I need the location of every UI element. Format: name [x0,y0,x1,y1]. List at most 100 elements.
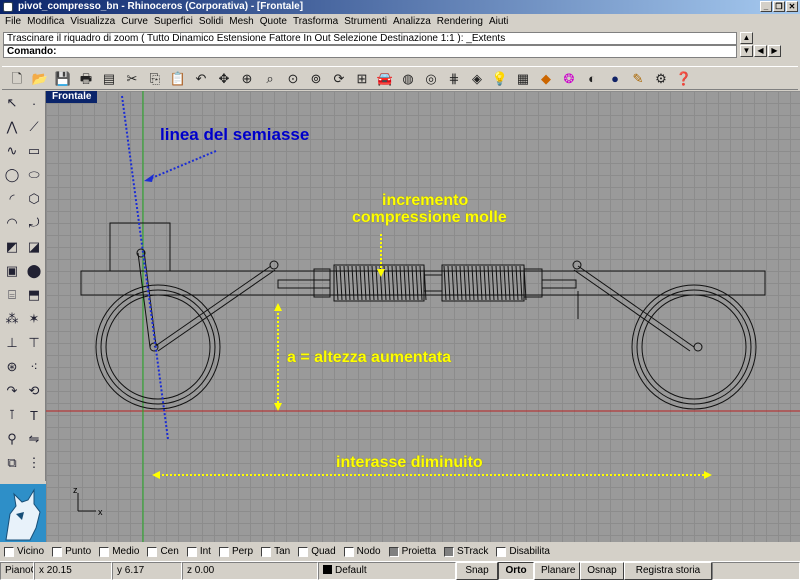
planare-toggle[interactable]: Planare [534,562,580,580]
mesh-icon[interactable]: ⁂ [2,309,22,329]
osnap-checkbox[interactable] [147,546,158,557]
menu-trasforma[interactable]: Trasforma [290,14,341,30]
copy-icon[interactable]: ⎘ [144,68,166,89]
menu-file[interactable]: File [2,14,24,30]
minimize-button[interactable]: _ [760,1,772,12]
osnap-punto[interactable]: Punto [52,546,91,557]
explode-icon[interactable]: ✶ [24,309,44,329]
menu-curve[interactable]: Curve [118,14,151,30]
mirror-icon[interactable]: ⇋ [24,429,44,449]
open-icon[interactable]: 📂 [29,68,51,89]
sphere-solid-icon[interactable]: ⬤ [24,261,44,281]
car-icon[interactable]: 🚘 [374,68,396,89]
curve-icon[interactable]: ∿ [2,141,22,161]
group-icon[interactable]: ⁖ [24,357,44,377]
osnap-perp[interactable]: Perp [218,546,253,557]
rotate-icon[interactable]: ⟲ [24,381,44,401]
surface-icon[interactable]: ◩ [2,237,22,257]
new-icon[interactable]: 🗋 [6,68,28,89]
front-viewport[interactable]: linea del semiasse incremento compressio… [46,91,800,542]
undo-icon[interactable]: ↶ [190,68,212,89]
render-icon[interactable]: ● [604,68,626,89]
scroll-left-button[interactable]: ◀ [754,45,767,57]
rectangle-icon[interactable]: ▭ [24,141,44,161]
menu-aiuti[interactable]: Aiuti [486,14,511,30]
osnap-quad[interactable]: Quad [298,546,336,557]
dimension-icon[interactable]: ⊺ [2,405,22,425]
move-icon[interactable]: ↷ [2,381,22,401]
osnap-checkbox[interactable] [261,546,272,557]
osnap-medio[interactable]: Medio [99,546,139,557]
help-icon[interactable]: ❓ [673,68,695,89]
menu-mesh[interactable]: Mesh [226,14,256,30]
boolean-icon[interactable]: ⊛ [2,357,22,377]
lamp-icon[interactable]: ✎ [627,68,649,89]
render-box-icon[interactable]: ⧉ [2,453,22,473]
split-icon[interactable]: ⊤ [24,333,44,353]
cylinder-icon[interactable]: ⌸ [2,285,22,305]
restore-button[interactable]: ❐ [773,1,785,12]
ellipse-icon[interactable]: ⬭ [24,165,44,185]
osnap-vicino[interactable]: Vicino [4,546,44,557]
camera-icon[interactable]: ◎ [420,68,442,89]
grid-snap-icon[interactable]: ⋕ [443,68,465,89]
polyline-icon[interactable]: ⋀ [2,117,22,137]
command-input[interactable] [64,46,664,57]
loft-icon[interactable]: ◪ [24,237,44,257]
osnap-checkbox[interactable] [99,546,110,557]
menu-modifica[interactable]: Modifica [24,14,67,30]
osnap-proietta[interactable]: Proietta [388,546,436,557]
light-icon[interactable]: 💡 [489,68,511,89]
osnap-checkbox[interactable] [444,546,455,557]
extrude-icon[interactable]: ⬒ [24,285,44,305]
arc-icon[interactable]: ◜ [2,189,22,209]
text-icon[interactable]: T [24,405,44,425]
menu-rendering[interactable]: Rendering [434,14,486,30]
menu-strumenti[interactable]: Strumenti [341,14,390,30]
osnap-toggle[interactable]: Osnap [580,562,624,580]
circle-icon[interactable]: ◯ [2,165,22,185]
layer-icon[interactable]: ◈ [466,68,488,89]
history-scroll-down-button[interactable]: ▼ [740,45,753,57]
fillet-icon[interactable]: ◠ [2,213,22,233]
options-gear-icon[interactable]: ⚙ [650,68,672,89]
osnap-checkbox[interactable] [496,546,507,557]
osnap-checkbox[interactable] [298,546,309,557]
point-icon[interactable]: · [24,93,44,113]
osnap-checkbox[interactable] [186,546,197,557]
menu-quote[interactable]: Quote [257,14,290,30]
polygon-icon[interactable]: ⬡ [24,189,44,209]
rotate-view-icon[interactable]: ⟳ [328,68,350,89]
pan-icon[interactable]: ✥ [213,68,235,89]
osnap-int[interactable]: Int [186,546,211,557]
current-layer[interactable]: Default [318,562,456,580]
scroll-right-button[interactable]: ▶ [768,45,781,57]
history-scroll-up-button[interactable]: ▲ [740,32,753,44]
cut-icon[interactable]: ✂ [121,68,143,89]
osnap-checkbox[interactable] [343,546,354,557]
zoom-extents-icon[interactable]: ⊙ [282,68,304,89]
osnap-checkbox[interactable] [218,546,229,557]
zoom-in-icon[interactable]: ⊕ [236,68,258,89]
record-history-toggle[interactable]: Registra storia [624,562,712,580]
import-icon[interactable]: ▤ [98,68,120,89]
shade-icon[interactable]: ◆ [535,68,557,89]
zoom-selected-icon[interactable]: ⊚ [305,68,327,89]
viewports-icon[interactable]: ⊞ [351,68,373,89]
paste-icon[interactable]: 📋 [167,68,189,89]
save-icon[interactable]: 💾 [52,68,74,89]
rendered-sphere-icon[interactable]: ◐ [581,68,603,89]
named-view-icon[interactable]: ◍ [397,68,419,89]
osnap-disabilita[interactable]: Disabilita [496,546,550,557]
osnap-checkbox[interactable] [4,546,14,557]
close-button[interactable]: ✕ [786,1,798,12]
snap-toggle[interactable]: Snap [456,562,498,580]
osnap-strack[interactable]: STrack [444,546,488,557]
osnap-checkbox[interactable] [388,546,399,557]
box-solid-icon[interactable]: ▣ [2,261,22,281]
viewport-title-tab[interactable]: Frontale [46,91,98,103]
array-icon[interactable]: ⋮ [24,453,44,473]
properties-icon[interactable]: ▦ [512,68,534,89]
select-arrow-icon[interactable]: ↖ [2,93,22,113]
osnap-nodo[interactable]: Nodo [343,546,381,557]
